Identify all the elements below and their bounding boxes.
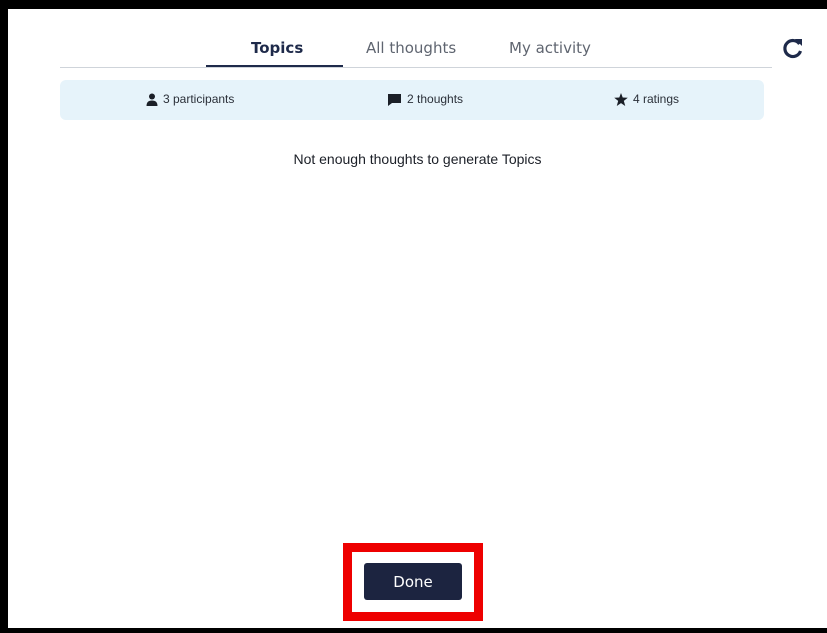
tab-all-thoughts[interactable]: All thoughts (366, 39, 456, 57)
app-window: Topics All thoughts My activity 3 partic… (8, 9, 827, 628)
stats-bar: 3 participants 2 thoughts 4 ratings (60, 80, 764, 120)
refresh-button[interactable] (781, 36, 805, 60)
refresh-icon (783, 38, 803, 59)
participants-stat: 3 participants (146, 92, 234, 106)
tab-bar: Topics All thoughts My activity (60, 9, 772, 68)
tab-topics[interactable]: Topics (251, 39, 303, 57)
active-tab-indicator (206, 65, 343, 67)
done-button[interactable]: Done (364, 563, 462, 600)
thoughts-stat: 2 thoughts (387, 92, 463, 106)
star-icon (614, 92, 628, 106)
participants-label: 3 participants (163, 92, 235, 106)
user-icon (146, 93, 158, 106)
thoughts-label: 2 thoughts (407, 92, 464, 106)
empty-state-message: Not enough thoughts to generate Topics (293, 151, 542, 167)
ratings-stat: 4 ratings (614, 92, 679, 106)
tab-my-activity[interactable]: My activity (509, 39, 591, 57)
comment-icon (388, 93, 401, 106)
ratings-label: 4 ratings (633, 92, 680, 106)
